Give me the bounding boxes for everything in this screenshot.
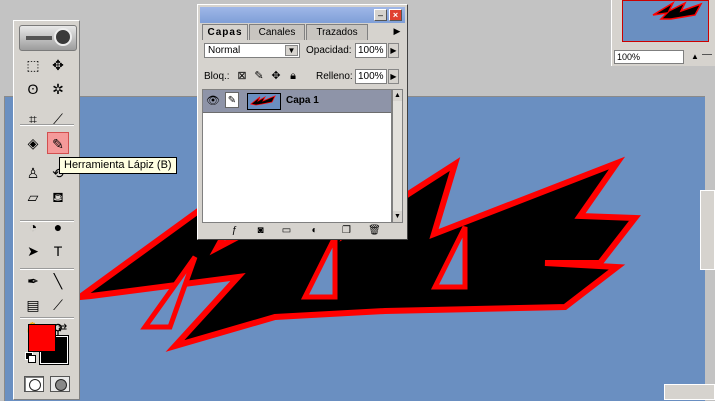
- notes-tool-icon[interactable]: ▤: [22, 294, 44, 316]
- close-icon[interactable]: ×: [389, 9, 402, 21]
- navigator-panel: 100% ▲: [611, 0, 715, 66]
- pen-tool-icon[interactable]: ✒: [22, 270, 44, 292]
- slice-tool-icon[interactable]: ⟋: [47, 108, 69, 130]
- palette-footer: ƒ ◙ ▭ ◐ ❐ 🗑︎: [202, 224, 403, 238]
- fill-label: Relleno:: [316, 71, 353, 82]
- tool-tooltip: Herramienta Lápiz (B): [59, 157, 177, 174]
- layer-row[interactable]: 👁︎ ✎ Capa 1: [203, 90, 391, 113]
- foreground-color-swatch[interactable]: [28, 324, 56, 352]
- tab-canales[interactable]: Canales: [249, 24, 305, 40]
- palette-title-bar[interactable]: – ×: [200, 7, 405, 23]
- add-mask-icon[interactable]: ◙: [254, 225, 267, 237]
- line-tool-icon[interactable]: ╲: [47, 270, 69, 292]
- layer-thumbnail-art: [250, 95, 276, 106]
- healing-brush-tool-icon[interactable]: ◈: [22, 132, 44, 154]
- eye-icon[interactable]: 👁︎: [206, 94, 220, 108]
- new-layer-icon[interactable]: ❐: [340, 225, 353, 237]
- palette-tabs: Capas Canales Trazados: [202, 24, 402, 40]
- lasso-tool-icon[interactable]: ʘ: [22, 78, 44, 100]
- layer-name: Capa 1: [286, 95, 319, 106]
- chevron-down-icon[interactable]: ▼: [285, 45, 298, 56]
- toolbox-divider: [20, 317, 74, 319]
- swap-colors-icon[interactable]: ⇄: [58, 321, 67, 334]
- toolbox-divider: [20, 220, 74, 222]
- scroll-down-icon[interactable]: ▼: [393, 211, 402, 222]
- lock-all-icon[interactable]: 🔒︎: [287, 69, 299, 83]
- toolbox: ⬚✥ʘ✲⌗⟋◈✎♙⟲▱⛾◔●➤T✒╲▤⟋✋⚲ ⇄: [13, 20, 80, 400]
- eyedropper-tool-icon[interactable]: ⟋: [47, 294, 69, 316]
- default-colors-icon[interactable]: [25, 352, 36, 363]
- layer-thumbnail: [247, 93, 281, 110]
- scroll-up-icon[interactable]: ▲: [393, 90, 402, 101]
- brush-icon: ✎: [225, 92, 239, 108]
- lock-transparency-icon[interactable]: ⊠: [236, 69, 248, 83]
- opacity-label: Opacidad:: [306, 45, 352, 56]
- minimize-icon[interactable]: –: [374, 9, 387, 21]
- standard-mode-button[interactable]: [24, 376, 44, 392]
- clone-stamp-tool-icon[interactable]: ♙: [22, 162, 44, 184]
- path-selection-tool-icon[interactable]: ➤: [22, 240, 44, 262]
- layer-style-icon[interactable]: ƒ: [228, 225, 241, 237]
- right-panel-edge: [700, 190, 715, 270]
- fill-field[interactable]: 100%: [355, 69, 387, 84]
- layers-palette: – × Capas Canales Trazados ▶ Normal ▼ Op…: [197, 4, 408, 240]
- lock-image-icon[interactable]: ✎: [253, 69, 265, 83]
- paint-bucket-tool-icon[interactable]: ⛾: [47, 186, 69, 208]
- toolbox-divider: [20, 124, 74, 126]
- quick-mask-mode-button[interactable]: [50, 376, 70, 392]
- adjustment-layer-icon[interactable]: ◐: [308, 225, 321, 237]
- toolbox-divider: [20, 268, 74, 270]
- magic-wand-tool-icon[interactable]: ✲: [47, 78, 69, 100]
- eraser-tool-icon[interactable]: ▱: [22, 186, 44, 208]
- palette-menu-arrow-icon[interactable]: ▶: [391, 25, 403, 38]
- zoom-slider[interactable]: [702, 54, 712, 55]
- marquee-tool-icon[interactable]: ⬚: [22, 54, 44, 76]
- blend-mode-value: Normal: [208, 45, 241, 56]
- move-tool-icon[interactable]: ✥: [47, 54, 69, 76]
- fill-arrow-icon[interactable]: ▶: [388, 69, 399, 84]
- opacity-field[interactable]: 100%: [355, 43, 387, 58]
- new-group-icon[interactable]: ▭: [280, 225, 293, 237]
- lock-label: Bloq.:: [204, 71, 230, 82]
- layers-list: 👁︎ ✎ Capa 1: [202, 89, 392, 223]
- pencil-tool-icon[interactable]: ✎: [47, 132, 69, 154]
- lock-position-icon[interactable]: ✥: [270, 69, 282, 83]
- layers-scrollbar[interactable]: ▲ ▼: [392, 89, 403, 223]
- photoshop-logo[interactable]: [19, 25, 77, 51]
- crop-tool-icon[interactable]: ⌗: [22, 108, 44, 130]
- navigator-zoom-field[interactable]: 100%: [614, 50, 684, 64]
- opacity-arrow-icon[interactable]: ▶: [388, 43, 399, 58]
- navigator-thumbnail[interactable]: [622, 0, 709, 42]
- tab-trazados[interactable]: Trazados: [306, 24, 368, 40]
- trash-icon[interactable]: 🗑︎: [368, 225, 381, 237]
- zoom-out-icon[interactable]: ▲: [691, 52, 699, 61]
- navigator-thumbnail-art: [652, 1, 703, 20]
- type-tool-icon[interactable]: T: [47, 240, 69, 262]
- bottom-panel-edge: [664, 384, 715, 400]
- blend-mode-select[interactable]: Normal ▼: [204, 43, 300, 58]
- tab-capas[interactable]: Capas: [202, 24, 248, 40]
